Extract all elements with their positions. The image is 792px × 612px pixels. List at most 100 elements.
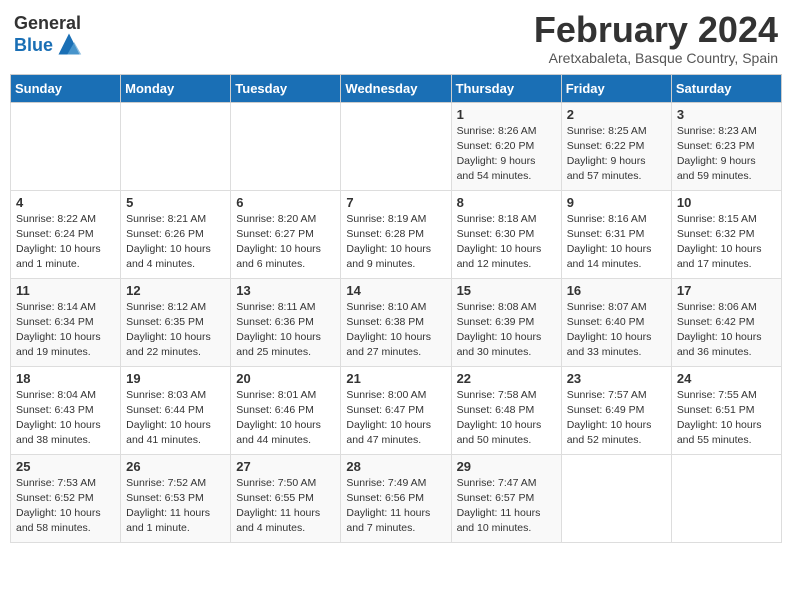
header-cell-tuesday: Tuesday <box>231 74 341 102</box>
day-info: Sunrise: 8:10 AM Sunset: 6:38 PM Dayligh… <box>346 300 445 361</box>
week-row-4: 25 Sunrise: 7:53 AM Sunset: 6:52 PM Dayli… <box>11 454 782 542</box>
calendar-body: 1 Sunrise: 8:26 AM Sunset: 6:20 PM Daylig… <box>11 102 782 542</box>
day-number: 27 <box>236 459 335 474</box>
day-number: 9 <box>567 195 666 210</box>
day-info: Sunrise: 8:11 AM Sunset: 6:36 PM Dayligh… <box>236 300 335 361</box>
day-cell: 1 Sunrise: 8:26 AM Sunset: 6:20 PM Daylig… <box>451 102 561 190</box>
week-row-2: 11 Sunrise: 8:14 AM Sunset: 6:34 PM Dayli… <box>11 278 782 366</box>
day-cell: 29 Sunrise: 7:47 AM Sunset: 6:57 PM Dayli… <box>451 454 561 542</box>
day-number: 10 <box>677 195 776 210</box>
day-info: Sunrise: 8:14 AM Sunset: 6:34 PM Dayligh… <box>16 300 115 361</box>
day-cell: 13Sunrise: 8:11 AM Sunset: 6:36 PM Dayli… <box>231 278 341 366</box>
day-number: 6 <box>236 195 335 210</box>
day-info: Sunrise: 8:21 AM Sunset: 6:26 PM Dayligh… <box>126 212 225 273</box>
day-number: 26 <box>126 459 225 474</box>
day-number: 4 <box>16 195 115 210</box>
day-cell: 24 Sunrise: 7:55 AM Sunset: 6:51 PM Dayli… <box>671 366 781 454</box>
day-number: 5 <box>126 195 225 210</box>
day-cell <box>341 102 451 190</box>
day-cell: 16 Sunrise: 8:07 AM Sunset: 6:40 PM Dayli… <box>561 278 671 366</box>
day-cell <box>121 102 231 190</box>
day-cell <box>671 454 781 542</box>
day-number: 22 <box>457 371 556 386</box>
day-cell: 17 Sunrise: 8:06 AM Sunset: 6:42 PM Dayli… <box>671 278 781 366</box>
week-row-0: 1 Sunrise: 8:26 AM Sunset: 6:20 PM Daylig… <box>11 102 782 190</box>
day-cell: 12 Sunrise: 8:12 AM Sunset: 6:35 PM Dayli… <box>121 278 231 366</box>
day-number: 20 <box>236 371 335 386</box>
day-number: 19 <box>126 371 225 386</box>
day-info: Sunrise: 8:26 AM Sunset: 6:20 PM Dayligh… <box>457 124 556 185</box>
day-info: Sunrise: 7:49 AM Sunset: 6:56 PM Dayligh… <box>346 476 445 537</box>
day-cell: 28 Sunrise: 7:49 AM Sunset: 6:56 PM Dayli… <box>341 454 451 542</box>
day-number: 17 <box>677 283 776 298</box>
day-number: 25 <box>16 459 115 474</box>
day-cell: 7Sunrise: 8:19 AM Sunset: 6:28 PM Daylig… <box>341 190 451 278</box>
header-cell-friday: Friday <box>561 74 671 102</box>
day-cell: 8Sunrise: 8:18 AM Sunset: 6:30 PM Daylig… <box>451 190 561 278</box>
header-cell-monday: Monday <box>121 74 231 102</box>
day-cell: 14 Sunrise: 8:10 AM Sunset: 6:38 PM Dayli… <box>341 278 451 366</box>
day-cell: 23Sunrise: 7:57 AM Sunset: 6:49 PM Dayli… <box>561 366 671 454</box>
day-info: Sunrise: 8:23 AM Sunset: 6:23 PM Dayligh… <box>677 124 776 185</box>
day-info: Sunrise: 8:04 AM Sunset: 6:43 PM Dayligh… <box>16 388 115 449</box>
day-number: 1 <box>457 107 556 122</box>
title-block: February 2024 Aretxabaleta, Basque Count… <box>534 10 778 66</box>
day-cell: 3 Sunrise: 8:23 AM Sunset: 6:23 PM Daylig… <box>671 102 781 190</box>
day-cell: 9 Sunrise: 8:16 AM Sunset: 6:31 PM Daylig… <box>561 190 671 278</box>
day-info: Sunrise: 7:52 AM Sunset: 6:53 PM Dayligh… <box>126 476 225 537</box>
header-row: SundayMondayTuesdayWednesdayThursdayFrid… <box>11 74 782 102</box>
week-row-1: 4 Sunrise: 8:22 AM Sunset: 6:24 PM Daylig… <box>11 190 782 278</box>
day-info: Sunrise: 7:57 AM Sunset: 6:49 PM Dayligh… <box>567 388 666 449</box>
week-row-3: 18Sunrise: 8:04 AM Sunset: 6:43 PM Dayli… <box>11 366 782 454</box>
day-cell: 21 Sunrise: 8:00 AM Sunset: 6:47 PM Dayli… <box>341 366 451 454</box>
calendar-table: SundayMondayTuesdayWednesdayThursdayFrid… <box>10 74 782 543</box>
day-info: Sunrise: 8:00 AM Sunset: 6:47 PM Dayligh… <box>346 388 445 449</box>
logo-blue: Blue <box>14 36 53 56</box>
month-title: February 2024 <box>534 10 778 50</box>
day-number: 3 <box>677 107 776 122</box>
page-header: General Blue February 2024 Aretxabaleta,… <box>10 10 782 66</box>
day-number: 16 <box>567 283 666 298</box>
day-info: Sunrise: 8:03 AM Sunset: 6:44 PM Dayligh… <box>126 388 225 449</box>
day-number: 11 <box>16 283 115 298</box>
day-info: Sunrise: 8:07 AM Sunset: 6:40 PM Dayligh… <box>567 300 666 361</box>
day-number: 21 <box>346 371 445 386</box>
day-cell: 19 Sunrise: 8:03 AM Sunset: 6:44 PM Dayli… <box>121 366 231 454</box>
day-number: 29 <box>457 459 556 474</box>
logo-icon <box>55 30 83 58</box>
day-info: Sunrise: 7:53 AM Sunset: 6:52 PM Dayligh… <box>16 476 115 537</box>
day-cell: 11 Sunrise: 8:14 AM Sunset: 6:34 PM Dayli… <box>11 278 121 366</box>
day-info: Sunrise: 7:55 AM Sunset: 6:51 PM Dayligh… <box>677 388 776 449</box>
header-cell-wednesday: Wednesday <box>341 74 451 102</box>
day-number: 14 <box>346 283 445 298</box>
day-info: Sunrise: 8:16 AM Sunset: 6:31 PM Dayligh… <box>567 212 666 273</box>
day-info: Sunrise: 8:15 AM Sunset: 6:32 PM Dayligh… <box>677 212 776 273</box>
day-cell: 18Sunrise: 8:04 AM Sunset: 6:43 PM Dayli… <box>11 366 121 454</box>
day-cell: 25 Sunrise: 7:53 AM Sunset: 6:52 PM Dayli… <box>11 454 121 542</box>
day-cell: 2Sunrise: 8:25 AM Sunset: 6:22 PM Daylig… <box>561 102 671 190</box>
location: Aretxabaleta, Basque Country, Spain <box>534 50 778 66</box>
day-number: 8 <box>457 195 556 210</box>
day-number: 24 <box>677 371 776 386</box>
day-info: Sunrise: 8:25 AM Sunset: 6:22 PM Dayligh… <box>567 124 666 185</box>
day-cell: 22Sunrise: 7:58 AM Sunset: 6:48 PM Dayli… <box>451 366 561 454</box>
day-cell <box>11 102 121 190</box>
day-cell: 20 Sunrise: 8:01 AM Sunset: 6:46 PM Dayli… <box>231 366 341 454</box>
day-cell <box>231 102 341 190</box>
day-info: Sunrise: 8:20 AM Sunset: 6:27 PM Dayligh… <box>236 212 335 273</box>
day-cell: 5 Sunrise: 8:21 AM Sunset: 6:26 PM Daylig… <box>121 190 231 278</box>
day-number: 28 <box>346 459 445 474</box>
day-number: 15 <box>457 283 556 298</box>
day-info: Sunrise: 8:06 AM Sunset: 6:42 PM Dayligh… <box>677 300 776 361</box>
day-cell: 15Sunrise: 8:08 AM Sunset: 6:39 PM Dayli… <box>451 278 561 366</box>
day-number: 12 <box>126 283 225 298</box>
day-info: Sunrise: 8:01 AM Sunset: 6:46 PM Dayligh… <box>236 388 335 449</box>
day-info: Sunrise: 8:12 AM Sunset: 6:35 PM Dayligh… <box>126 300 225 361</box>
day-cell: 4 Sunrise: 8:22 AM Sunset: 6:24 PM Daylig… <box>11 190 121 278</box>
header-cell-sunday: Sunday <box>11 74 121 102</box>
header-cell-saturday: Saturday <box>671 74 781 102</box>
day-info: Sunrise: 8:22 AM Sunset: 6:24 PM Dayligh… <box>16 212 115 273</box>
day-info: Sunrise: 8:19 AM Sunset: 6:28 PM Dayligh… <box>346 212 445 273</box>
header-cell-thursday: Thursday <box>451 74 561 102</box>
day-info: Sunrise: 7:47 AM Sunset: 6:57 PM Dayligh… <box>457 476 556 537</box>
